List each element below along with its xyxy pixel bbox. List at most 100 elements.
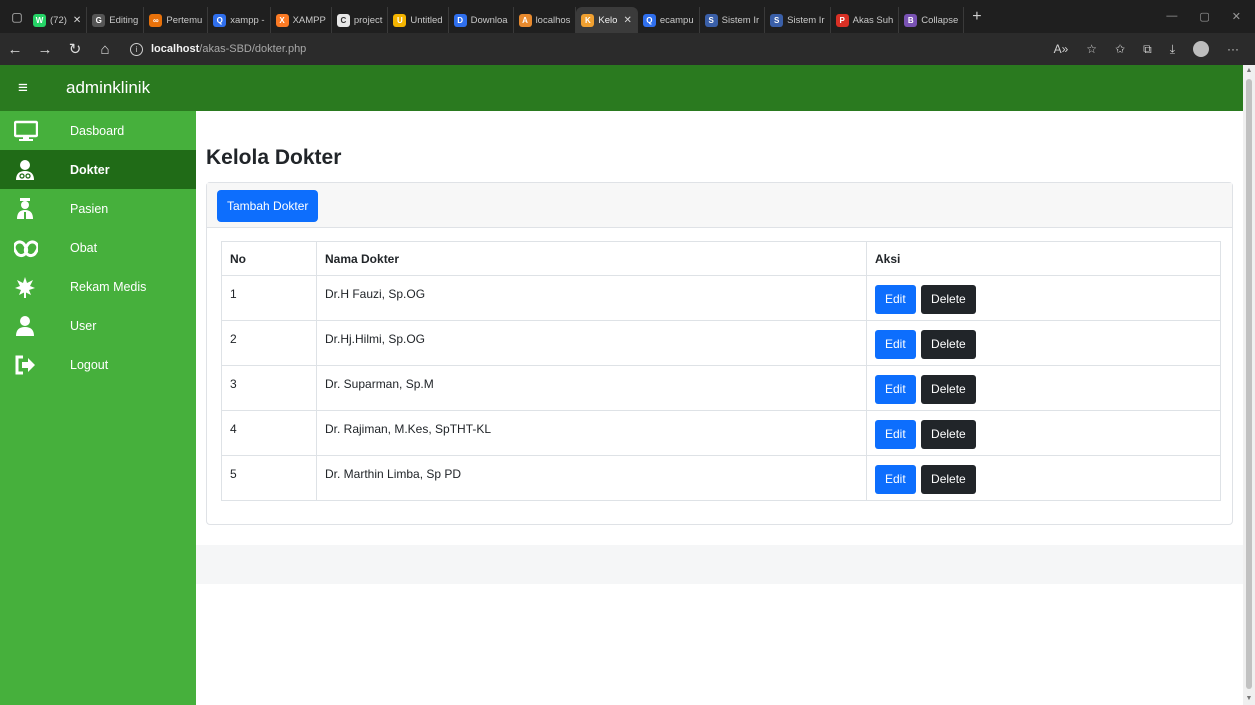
sidebar-item-pasien[interactable]: Pasien (0, 189, 196, 228)
doctor-card: Tambah Dokter No Nama Dokter Aksi 1 Dr.H … (206, 182, 1233, 525)
browser-tab[interactable]: Qxampp - (208, 7, 271, 33)
hamburger-menu-icon[interactable]: ≡ (0, 78, 46, 98)
tab-label: project (353, 14, 383, 26)
main-content: Kelola Dokter Tambah Dokter No Nama Dokt… (196, 111, 1243, 705)
tab-label: localhos (535, 14, 571, 26)
add-doctor-button[interactable]: Tambah Dokter (217, 190, 319, 222)
tab-favicon-icon: S (770, 13, 784, 27)
vertical-scrollbar[interactable]: ▲ ▼ (1243, 65, 1255, 705)
page-footer (196, 545, 1243, 584)
add-favorite-icon[interactable]: ☆ (1086, 42, 1097, 56)
window-controls: — ▢ ✕ (1166, 10, 1255, 23)
browser-window: ▢ W (72) ✕ G Editing ∞ Pertemu Qxampp - X XAMPP Cp… (0, 0, 1255, 705)
sidebar-item-dokter[interactable]: Dokter (0, 150, 196, 189)
scroll-up-icon[interactable]: ▲ (1245, 67, 1253, 75)
card-header: Tambah Dokter (207, 183, 1232, 228)
browser-tab[interactable]: Cproject (332, 7, 389, 33)
delete-button[interactable]: Delete (921, 375, 976, 404)
header-no: No (221, 241, 317, 276)
edit-button[interactable]: Edit (875, 330, 916, 359)
downloads-icon[interactable]: ⤓ (1170, 42, 1175, 57)
tab-actions-icon[interactable]: ▢ (6, 6, 28, 28)
browser-tab[interactable]: S Sistem Ir (765, 7, 831, 33)
browser-tab[interactable]: W (72) ✕ (28, 7, 88, 33)
more-icon[interactable]: ··· (1227, 42, 1239, 56)
read-aloud-icon[interactable]: A» (1054, 42, 1069, 56)
delete-button[interactable]: Delete (921, 420, 976, 449)
edit-button[interactable]: Edit (875, 420, 916, 449)
header-nama-dokter: Nama Dokter (316, 241, 867, 276)
site-info-icon[interactable]: i (130, 42, 143, 56)
sidebar-item-obat[interactable]: Obat (0, 228, 196, 267)
browser-tab[interactable]: X XAMPP (271, 7, 332, 33)
tab-close-icon[interactable]: ✕ (73, 15, 81, 26)
doctor-table: No Nama Dokter Aksi 1 Dr.H Fauzi, Sp.OG Ed… (221, 241, 1221, 501)
minimize-icon[interactable]: — (1166, 10, 1177, 23)
sidebar-item-user[interactable]: User (0, 306, 196, 345)
cell-aksi: Edit Delete (866, 455, 1221, 501)
close-window-icon[interactable]: ✕ (1232, 10, 1241, 23)
browser-tab[interactable]: U Untitled (388, 7, 449, 33)
patient-icon (14, 197, 46, 220)
browser-tab[interactable]: Alocalhos (514, 7, 577, 33)
delete-button[interactable]: Delete (921, 285, 976, 314)
edit-button[interactable]: Edit (875, 375, 916, 404)
tab-favicon-icon: U (393, 13, 407, 27)
cell-no: 3 (221, 365, 317, 411)
sidebar-item-logout[interactable]: Logout (0, 345, 196, 384)
browser-tab[interactable]: B Collapse (899, 7, 965, 33)
monitor-icon (14, 120, 46, 142)
tab-favicon-icon: X (275, 13, 289, 27)
url-field[interactable]: i localhost/akas-SBD/dokter.php (130, 42, 306, 56)
collections-icon[interactable]: ⧉ (1143, 42, 1152, 57)
browser-tab[interactable]: G Editing (87, 7, 145, 33)
doctor-icon (14, 159, 46, 181)
tab-label: Pertemu (166, 14, 203, 26)
delete-button[interactable]: Delete (921, 330, 976, 359)
favorites-icon[interactable]: ✩ (1115, 42, 1125, 56)
tab-close-icon[interactable]: ✕ (623, 15, 631, 26)
browser-tab[interactable]: D Downloa (449, 7, 514, 33)
maximize-icon[interactable]: ▢ (1199, 10, 1209, 23)
tab-favicon-icon: D (453, 13, 467, 27)
edit-button[interactable]: Edit (875, 285, 916, 314)
browser-tab[interactable]: S Sistem Ir (700, 7, 766, 33)
tab-favicon-icon: K (581, 13, 595, 27)
profile-avatar[interactable] (1193, 41, 1209, 57)
back-icon[interactable]: ← (0, 41, 30, 58)
sidebar-item-label: User (70, 318, 97, 333)
home-icon[interactable]: ⌂ (90, 41, 120, 58)
edit-button[interactable]: Edit (875, 465, 916, 494)
tab-favicon-icon: A (518, 13, 532, 27)
tab-favicon-icon: C (336, 13, 350, 27)
cell-nama-dokter: Dr. Suparman, Sp.M (316, 365, 867, 411)
scrollbar-thumb[interactable] (1246, 79, 1252, 689)
sidebar-item-label: Obat (70, 240, 98, 255)
tab-label: (72) (50, 14, 67, 26)
sidebar-item-label: Rekam Medis (70, 279, 147, 294)
forward-icon[interactable]: → (30, 41, 60, 58)
delete-button[interactable]: Delete (921, 465, 976, 494)
cell-no: 2 (221, 320, 317, 366)
sidebar: Dasboard Dokter Pasien Obat Rekam Medis User L… (0, 111, 196, 705)
cell-aksi: Edit Delete (866, 320, 1221, 366)
refresh-icon[interactable]: ↻ (60, 40, 90, 58)
leaf-icon (14, 276, 46, 298)
tab-label: Collapse (921, 14, 959, 26)
table-row: 3 Dr. Suparman, Sp.M Edit Delete (221, 365, 1221, 411)
tab-label: Editing (109, 14, 139, 26)
browser-tab[interactable]: ∞ Pertemu (144, 7, 209, 33)
tab-label: ecampu (659, 14, 694, 26)
cell-no: 1 (221, 275, 317, 321)
new-tab-button[interactable]: + (964, 8, 989, 26)
browser-tab[interactable]: P Akas Suh (831, 7, 900, 33)
browser-tab[interactable]: K Kelo ✕ (576, 7, 638, 33)
cell-nama-dokter: Dr.H Fauzi, Sp.OG (316, 275, 867, 321)
scroll-down-icon[interactable]: ▼ (1245, 695, 1253, 703)
sidebar-item-rekam-medis[interactable]: Rekam Medis (0, 267, 196, 306)
tab-favicon-icon: W (33, 13, 46, 27)
browser-tab[interactable]: Qecampu (638, 7, 700, 33)
table-row: 2 Dr.Hj.Hilmi, Sp.OG Edit Delete (221, 320, 1221, 366)
table-row: 5 Dr. Marthin Limba, Sp PD Edit Delete (221, 455, 1221, 501)
sidebar-item-dasboard[interactable]: Dasboard (0, 111, 196, 150)
